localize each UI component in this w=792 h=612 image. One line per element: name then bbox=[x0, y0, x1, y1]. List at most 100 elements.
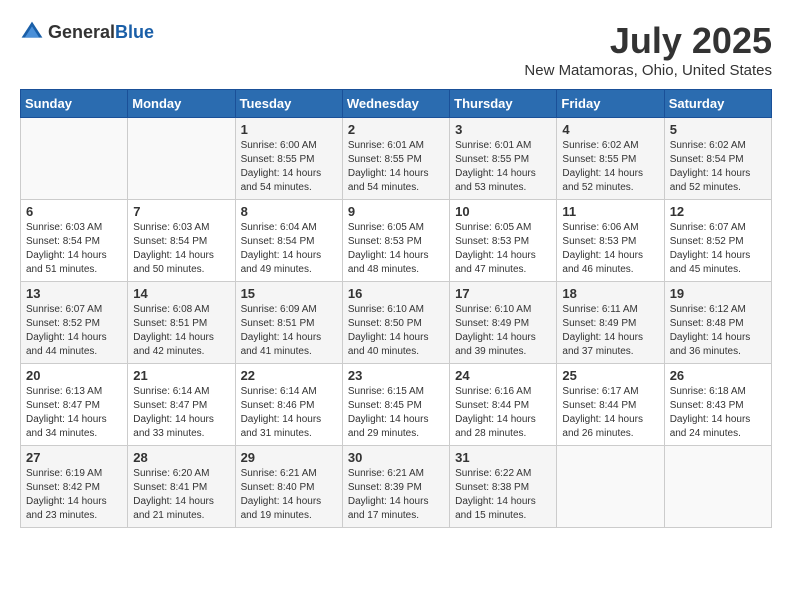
day-detail: Sunrise: 6:07 AM Sunset: 8:52 PM Dayligh… bbox=[670, 221, 766, 277]
calendar-cell: 21 Sunrise: 6:14 AM Sunset: 8:47 PM Dayli… bbox=[128, 364, 235, 446]
weekday-header-tuesday: Tuesday bbox=[235, 90, 342, 118]
day-number: 2 bbox=[348, 122, 444, 137]
calendar-cell: 24Sunrise: 6:16 AM Sunset: 8:44 PM Dayli… bbox=[450, 364, 557, 446]
day-detail: Sunrise: 6:20 AM Sunset: 8:41 PM Dayligh… bbox=[133, 467, 229, 523]
weekday-header-friday: Friday bbox=[557, 90, 664, 118]
calendar-cell: 16 Sunrise: 6:10 AM Sunset: 8:50 PM Dayli… bbox=[342, 282, 449, 364]
calendar-cell: 15Sunrise: 6:09 AM Sunset: 8:51 PM Dayli… bbox=[235, 282, 342, 364]
logo: GeneralBlue bbox=[20, 20, 154, 44]
day-detail: Sunrise: 6:14 AM Sunset: 8:47 PM Dayligh… bbox=[133, 385, 229, 441]
day-detail: Sunrise: 6:12 AM Sunset: 8:48 PM Dayligh… bbox=[670, 303, 766, 359]
calendar-cell: 2 Sunrise: 6:01 AM Sunset: 8:55 PM Daylig… bbox=[342, 118, 449, 200]
calendar-cell: 25 Sunrise: 6:17 AM Sunset: 8:44 PM Dayli… bbox=[557, 364, 664, 446]
calendar-cell: 12 Sunrise: 6:07 AM Sunset: 8:52 PM Dayli… bbox=[664, 200, 771, 282]
day-number: 16 bbox=[348, 286, 444, 301]
day-detail: Sunrise: 6:05 AM Sunset: 8:53 PM Dayligh… bbox=[348, 221, 444, 277]
calendar-cell: 30Sunrise: 6:21 AM Sunset: 8:39 PM Dayli… bbox=[342, 446, 449, 528]
calendar-week-row: 6Sunrise: 6:03 AM Sunset: 8:54 PM Daylig… bbox=[21, 200, 772, 282]
day-detail: Sunrise: 6:11 AM Sunset: 8:49 PM Dayligh… bbox=[562, 303, 658, 359]
calendar-cell: 8 Sunrise: 6:04 AM Sunset: 8:54 PM Daylig… bbox=[235, 200, 342, 282]
day-number: 25 bbox=[562, 368, 658, 383]
day-number: 7 bbox=[133, 204, 229, 219]
day-detail: Sunrise: 6:05 AM Sunset: 8:53 PM Dayligh… bbox=[455, 221, 551, 277]
day-number: 13 bbox=[26, 286, 122, 301]
day-detail: Sunrise: 6:00 AM Sunset: 8:55 PM Dayligh… bbox=[241, 139, 337, 195]
day-detail: Sunrise: 6:03 AM Sunset: 8:54 PM Dayligh… bbox=[26, 221, 122, 277]
day-number: 18 bbox=[562, 286, 658, 301]
day-detail: Sunrise: 6:21 AM Sunset: 8:39 PM Dayligh… bbox=[348, 467, 444, 523]
day-detail: Sunrise: 6:21 AM Sunset: 8:40 PM Dayligh… bbox=[241, 467, 337, 523]
calendar-cell: 4 Sunrise: 6:02 AM Sunset: 8:55 PM Daylig… bbox=[557, 118, 664, 200]
day-detail: Sunrise: 6:14 AM Sunset: 8:46 PM Dayligh… bbox=[241, 385, 337, 441]
calendar-week-row: 20Sunrise: 6:13 AM Sunset: 8:47 PM Dayli… bbox=[21, 364, 772, 446]
day-detail: Sunrise: 6:03 AM Sunset: 8:54 PM Dayligh… bbox=[133, 221, 229, 277]
calendar-cell: 3 Sunrise: 6:01 AM Sunset: 8:55 PM Daylig… bbox=[450, 118, 557, 200]
day-detail: Sunrise: 6:01 AM Sunset: 8:55 PM Dayligh… bbox=[348, 139, 444, 195]
calendar-cell: 28Sunrise: 6:20 AM Sunset: 8:41 PM Dayli… bbox=[128, 446, 235, 528]
day-detail: Sunrise: 6:17 AM Sunset: 8:44 PM Dayligh… bbox=[562, 385, 658, 441]
day-detail: Sunrise: 6:02 AM Sunset: 8:54 PM Dayligh… bbox=[670, 139, 766, 195]
day-number: 22 bbox=[241, 368, 337, 383]
day-number: 27 bbox=[26, 450, 122, 465]
day-detail: Sunrise: 6:01 AM Sunset: 8:55 PM Dayligh… bbox=[455, 139, 551, 195]
month-title: July 2025 bbox=[524, 20, 772, 62]
title-block: July 2025 New Matamoras, Ohio, United St… bbox=[524, 20, 772, 79]
day-detail: Sunrise: 6:02 AM Sunset: 8:55 PM Dayligh… bbox=[562, 139, 658, 195]
day-number: 29 bbox=[241, 450, 337, 465]
day-detail: Sunrise: 6:10 AM Sunset: 8:50 PM Dayligh… bbox=[348, 303, 444, 359]
weekday-header-monday: Monday bbox=[128, 90, 235, 118]
day-number: 3 bbox=[455, 122, 551, 137]
day-detail: Sunrise: 6:10 AM Sunset: 8:49 PM Dayligh… bbox=[455, 303, 551, 359]
day-detail: Sunrise: 6:08 AM Sunset: 8:51 PM Dayligh… bbox=[133, 303, 229, 359]
calendar-cell bbox=[21, 118, 128, 200]
day-detail: Sunrise: 6:22 AM Sunset: 8:38 PM Dayligh… bbox=[455, 467, 551, 523]
day-number: 23 bbox=[348, 368, 444, 383]
calendar-cell: 26 Sunrise: 6:18 AM Sunset: 8:43 PM Dayli… bbox=[664, 364, 771, 446]
logo-blue-text: Blue bbox=[115, 22, 154, 42]
day-detail: Sunrise: 6:18 AM Sunset: 8:43 PM Dayligh… bbox=[670, 385, 766, 441]
calendar-cell: 19 Sunrise: 6:12 AM Sunset: 8:48 PM Dayli… bbox=[664, 282, 771, 364]
calendar-cell: 5 Sunrise: 6:02 AM Sunset: 8:54 PM Daylig… bbox=[664, 118, 771, 200]
calendar-cell: 6Sunrise: 6:03 AM Sunset: 8:54 PM Daylig… bbox=[21, 200, 128, 282]
location-text: New Matamoras, Ohio, United States bbox=[524, 62, 772, 79]
calendar-cell bbox=[128, 118, 235, 200]
calendar-cell bbox=[664, 446, 771, 528]
weekday-header-wednesday: Wednesday bbox=[342, 90, 449, 118]
calendar-cell: 18 Sunrise: 6:11 AM Sunset: 8:49 PM Dayli… bbox=[557, 282, 664, 364]
day-number: 17 bbox=[455, 286, 551, 301]
calendar-cell: 1Sunrise: 6:00 AM Sunset: 8:55 PM Daylig… bbox=[235, 118, 342, 200]
day-number: 26 bbox=[670, 368, 766, 383]
calendar-cell: 27 Sunrise: 6:19 AM Sunset: 8:42 PM Dayli… bbox=[21, 446, 128, 528]
day-number: 10 bbox=[455, 204, 551, 219]
day-number: 14 bbox=[133, 286, 229, 301]
day-number: 4 bbox=[562, 122, 658, 137]
day-detail: Sunrise: 6:19 AM Sunset: 8:42 PM Dayligh… bbox=[26, 467, 122, 523]
calendar-cell: 10 Sunrise: 6:05 AM Sunset: 8:53 PM Dayli… bbox=[450, 200, 557, 282]
day-detail: Sunrise: 6:04 AM Sunset: 8:54 PM Dayligh… bbox=[241, 221, 337, 277]
day-number: 8 bbox=[241, 204, 337, 219]
day-detail: Sunrise: 6:15 AM Sunset: 8:45 PM Dayligh… bbox=[348, 385, 444, 441]
weekday-header-thursday: Thursday bbox=[450, 90, 557, 118]
calendar-week-row: 27 Sunrise: 6:19 AM Sunset: 8:42 PM Dayli… bbox=[21, 446, 772, 528]
day-detail: Sunrise: 6:06 AM Sunset: 8:53 PM Dayligh… bbox=[562, 221, 658, 277]
day-number: 15 bbox=[241, 286, 337, 301]
logo-general-text: General bbox=[48, 22, 115, 42]
day-number: 12 bbox=[670, 204, 766, 219]
calendar-cell: 17 Sunrise: 6:10 AM Sunset: 8:49 PM Dayli… bbox=[450, 282, 557, 364]
weekday-header-row: SundayMondayTuesdayWednesdayThursdayFrid… bbox=[21, 90, 772, 118]
calendar-cell: 23 Sunrise: 6:15 AM Sunset: 8:45 PM Dayli… bbox=[342, 364, 449, 446]
page-header: GeneralBlue July 2025 New Matamoras, Ohi… bbox=[20, 20, 772, 79]
day-detail: Sunrise: 6:07 AM Sunset: 8:52 PM Dayligh… bbox=[26, 303, 122, 359]
calendar-week-row: 13 Sunrise: 6:07 AM Sunset: 8:52 PM Dayli… bbox=[21, 282, 772, 364]
day-number: 9 bbox=[348, 204, 444, 219]
calendar-cell: 13 Sunrise: 6:07 AM Sunset: 8:52 PM Dayli… bbox=[21, 282, 128, 364]
calendar-cell: 14 Sunrise: 6:08 AM Sunset: 8:51 PM Dayli… bbox=[128, 282, 235, 364]
calendar-cell: 9 Sunrise: 6:05 AM Sunset: 8:53 PM Daylig… bbox=[342, 200, 449, 282]
day-detail: Sunrise: 6:13 AM Sunset: 8:47 PM Dayligh… bbox=[26, 385, 122, 441]
day-number: 19 bbox=[670, 286, 766, 301]
day-number: 5 bbox=[670, 122, 766, 137]
day-number: 21 bbox=[133, 368, 229, 383]
calendar-cell: 11Sunrise: 6:06 AM Sunset: 8:53 PM Dayli… bbox=[557, 200, 664, 282]
weekday-header-sunday: Sunday bbox=[21, 90, 128, 118]
day-detail: Sunrise: 6:16 AM Sunset: 8:44 PM Dayligh… bbox=[455, 385, 551, 441]
